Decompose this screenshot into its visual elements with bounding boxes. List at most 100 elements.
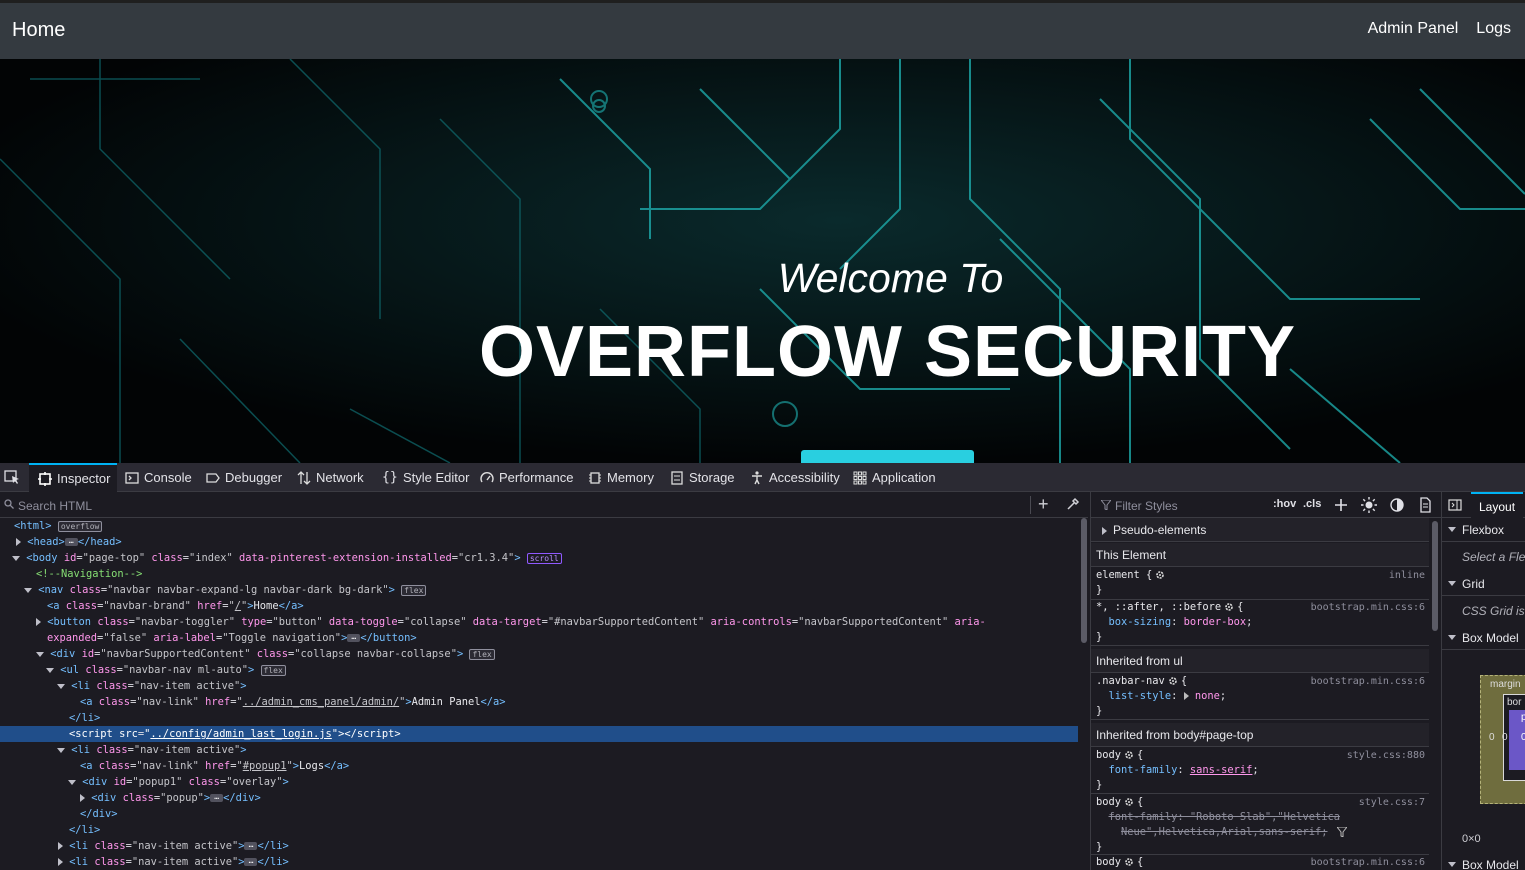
- hero-cta-button[interactable]: [801, 450, 974, 463]
- gear-icon[interactable]: [1168, 676, 1178, 686]
- rule-body-style-880[interactable]: body{ style.css:880 font-family: sans-se…: [1091, 748, 1429, 794]
- tree-node-div-collapse[interactable]: <div id="navbarSupportedContent" class="…: [0, 646, 1078, 662]
- tree-node-div-popup1[interactable]: <div id="popup1" class="overlay">: [0, 774, 1078, 790]
- nav-link-admin-panel[interactable]: Admin Panel: [1368, 20, 1459, 38]
- gear-icon[interactable]: [1224, 602, 1234, 612]
- tab-performance[interactable]: Performance: [480, 463, 573, 492]
- tab-layout[interactable]: Layout: [1471, 492, 1524, 518]
- overridden-filter-icon[interactable]: [1336, 827, 1347, 837]
- nav-link-logs[interactable]: Logs: [1476, 20, 1511, 38]
- hero-title: OVERFLOW SECURITY: [478, 312, 1296, 392]
- grid-section-header[interactable]: Grid: [1442, 572, 1525, 596]
- tree-node-a-logs[interactable]: <a class="nav-link" href="#popup1">Logs<…: [0, 758, 1078, 774]
- tree-node-a-brand[interactable]: <a class="navbar-brand" href="/">Home</a…: [0, 598, 1078, 614]
- tab-label: Debugger: [225, 470, 283, 485]
- eyedropper-icon[interactable]: [1066, 497, 1080, 511]
- devtools-panel: Inspector Console Debugger Network {} St…: [0, 463, 1525, 870]
- dark-scheme-icon[interactable]: [1389, 497, 1405, 513]
- rules-scrollbar[interactable]: [1432, 521, 1438, 631]
- hero-section: Welcome To OVERFLOW SECURITY: [0, 59, 1525, 463]
- add-node-icon[interactable]: +: [1038, 495, 1049, 513]
- tree-node-script-selected[interactable]: <script src="../config/admin_last_login.…: [0, 726, 1078, 742]
- braces-icon: {}: [382, 469, 398, 485]
- tab-console[interactable]: Console: [125, 463, 192, 492]
- print-media-icon[interactable]: [1417, 497, 1433, 513]
- tree-node-nav[interactable]: <nav class="navbar navbar-expand-lg navb…: [0, 582, 1078, 598]
- tab-label: Performance: [499, 470, 574, 485]
- gear-icon[interactable]: [1124, 750, 1134, 760]
- box-border-label: bor: [1507, 697, 1522, 708]
- search-icon: [4, 499, 14, 509]
- gauge-icon: [480, 471, 494, 482]
- box-margin-left-value[interactable]: 0: [1489, 732, 1495, 743]
- tree-node-html[interactable]: <html> overflow: [0, 518, 1078, 534]
- inherited-ul-header: Inherited from ul: [1091, 649, 1429, 673]
- filter-styles-input[interactable]: [1113, 496, 1267, 516]
- gear-icon[interactable]: [1155, 570, 1165, 580]
- markup-tree: <html> overflow <head>… </head> <body id=…: [0, 518, 1078, 870]
- rules-pane: :hov .cls Pseudo-elements This Element e…: [1090, 492, 1441, 870]
- element-picker-icon[interactable]: [4, 469, 20, 485]
- rule-element-inline[interactable]: element { inline}: [1091, 568, 1429, 600]
- tab-memory[interactable]: Memory: [588, 463, 654, 492]
- box-model-diagram: margin bor p 0 0 0: [1480, 675, 1525, 804]
- tree-node-body[interactable]: <body id="page-top" class="index" data-p…: [0, 550, 1078, 566]
- gear-icon[interactable]: [1124, 857, 1134, 867]
- tab-debugger[interactable]: Debugger: [206, 463, 282, 492]
- tab-storage[interactable]: Storage: [670, 463, 735, 492]
- gear-icon[interactable]: [1124, 797, 1134, 807]
- box-padding-left-value[interactable]: 0: [1521, 732, 1525, 743]
- inspector-icon: [38, 471, 52, 486]
- console-icon: [125, 471, 139, 484]
- hov-toggle[interactable]: :hov: [1273, 498, 1296, 510]
- collapse-icon: [1448, 862, 1456, 867]
- this-element-header: This Element: [1091, 543, 1429, 567]
- tree-node-li-2[interactable]: <li class="nav-item active">: [0, 742, 1078, 758]
- box-border-left-value[interactable]: 0: [1502, 732, 1508, 743]
- tab-label: Network: [316, 470, 364, 485]
- tree-node-ul[interactable]: <ul class="navbar-nav ml-auto"> flex: [0, 662, 1078, 678]
- html-search-bar: +: [0, 492, 1088, 518]
- search-html-input[interactable]: [16, 496, 980, 516]
- light-scheme-icon[interactable]: [1361, 497, 1377, 513]
- collapse-icon: [1448, 527, 1456, 532]
- tree-node-div-close[interactable]: </div>: [0, 806, 1078, 822]
- devtools-toolbar: Inspector Console Debugger Network {} St…: [0, 463, 1525, 492]
- inherited-body-header: Inherited from body#page-top: [1091, 723, 1429, 747]
- rule-body-style-7[interactable]: body{ style.css:7 font-family: "Roboto S…: [1091, 795, 1429, 855]
- rule-universal-box-sizing[interactable]: *, ::after, ::before{ bootstrap.min.css:…: [1091, 600, 1429, 646]
- box-margin-label: margin: [1490, 679, 1521, 690]
- cls-toggle[interactable]: .cls: [1303, 498, 1321, 510]
- box-model-section-header[interactable]: Box Model: [1442, 626, 1525, 650]
- box-model-properties-header[interactable]: Box Model P: [1442, 853, 1525, 870]
- flexbox-section-header[interactable]: Flexbox: [1442, 518, 1525, 542]
- tree-node-button[interactable]: <button class="navbar-toggler" type="but…: [0, 614, 1078, 630]
- tab-network[interactable]: Network: [297, 463, 364, 492]
- tab-inspector[interactable]: Inspector: [29, 463, 117, 492]
- tab-accessibility[interactable]: Accessibility: [750, 463, 840, 492]
- tree-node-li-2-close[interactable]: </li>: [0, 822, 1078, 838]
- tree-node-li-3[interactable]: <li class="nav-item active">… </li>: [0, 838, 1078, 854]
- tree-node-comment[interactable]: <!--Navigation-->: [0, 566, 1078, 582]
- tree-node-button-cont: expanded="false" aria-label="Toggle navi…: [47, 632, 417, 644]
- tab-label: Inspector: [57, 471, 111, 486]
- tab-style-editor[interactable]: {} Style Editor: [382, 463, 469, 492]
- toolbar-divider: [1030, 496, 1031, 514]
- network-icon: [297, 470, 311, 485]
- rule-navbar-nav[interactable]: .navbar-nav{ bootstrap.min.css:6 list-st…: [1091, 674, 1429, 720]
- tree-node-a-admin[interactable]: <a class="nav-link" href="../admin_cms_p…: [0, 694, 1078, 710]
- tree-node-li-1-close[interactable]: </li>: [0, 710, 1078, 726]
- navbar-brand-home-link[interactable]: Home: [12, 19, 65, 42]
- tree-node-div-popup[interactable]: <div class="popup">… </div>: [0, 790, 1078, 806]
- rule-body-bootstrap[interactable]: body{ bootstrap.min.css:6: [1091, 855, 1429, 870]
- pseudo-elements-header[interactable]: Pseudo-elements: [1091, 518, 1429, 542]
- toggle-sidebar-icon[interactable]: [1448, 498, 1462, 512]
- add-rule-icon[interactable]: [1333, 497, 1349, 513]
- grid-note: CSS Grid is n: [1462, 604, 1525, 618]
- tree-node-li-4[interactable]: <li class="nav-item active">… </li>: [0, 854, 1078, 870]
- tree-node-li-1[interactable]: <li class="nav-item active">: [0, 678, 1078, 694]
- tree-node-head[interactable]: <head>… </head>: [0, 534, 1078, 550]
- tab-label: Accessibility: [769, 470, 840, 485]
- tab-application[interactable]: Application: [853, 463, 936, 492]
- markup-scrollbar[interactable]: [1081, 518, 1087, 643]
